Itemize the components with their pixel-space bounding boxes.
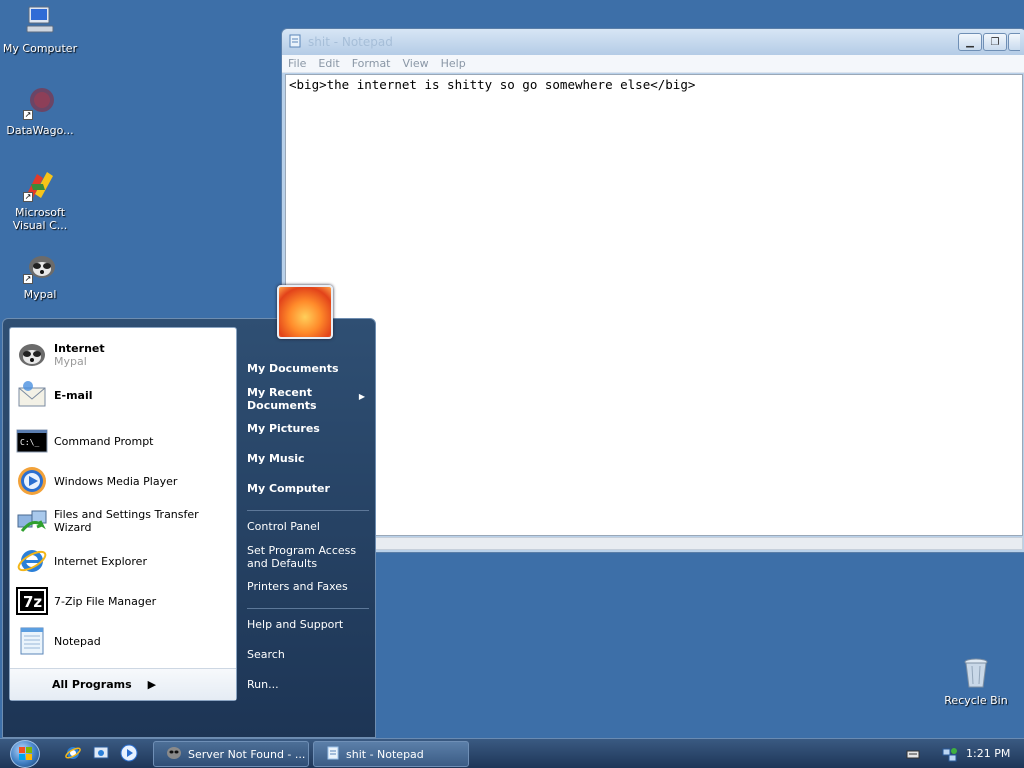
start-button[interactable] [10, 740, 40, 768]
recent-7zip[interactable]: 7z 7-Zip File Manager [16, 584, 234, 618]
my-documents-link[interactable]: My Documents [247, 362, 339, 375]
recent-command-prompt[interactable]: C:\_ Command Prompt [16, 424, 234, 458]
quicklaunch-show-desktop-icon[interactable] [92, 744, 110, 762]
keyboard-icon[interactable] [906, 747, 920, 761]
notepad-icon [16, 625, 48, 657]
text-editor[interactable]: <big>the internet is shitty so go somewh… [285, 74, 1023, 536]
shortcut-arrow-icon: ↗ [23, 110, 33, 120]
control-panel-link[interactable]: Control Panel [247, 520, 320, 533]
desktop-icon-mypal[interactable]: ↗ Mypal [0, 250, 80, 301]
menubar: File Edit Format View Help [282, 55, 1024, 73]
start-menu-programs-pane: Internet Mypal E-mail C:\_ Command Promp… [9, 327, 237, 701]
restore-button[interactable]: ❐ [983, 33, 1007, 51]
notepad-titlebar[interactable]: shit - Notepad ▁ ❐ [282, 29, 1024, 55]
taskbar-clock[interactable]: 1:21 PM [966, 747, 1010, 760]
email-icon [16, 379, 48, 411]
recent-label: 7-Zip File Manager [54, 594, 157, 608]
desktop-icon-visual-c[interactable]: ↗ Microsoft Visual C... [0, 168, 80, 232]
pinned-label: E-mail [54, 388, 93, 402]
datawagon-icon: ↗ [23, 86, 57, 120]
desktop-icon-label: Recycle Bin [944, 694, 1008, 707]
all-programs-label: All Programs [52, 678, 132, 691]
7zip-icon: 7z [16, 585, 48, 617]
task-label: Server Not Found - ... [188, 747, 306, 761]
window-title: shit - Notepad [308, 35, 393, 49]
printers-faxes-link[interactable]: Printers and Faxes [247, 580, 348, 593]
desktop-icon-label: My Computer [2, 42, 78, 55]
recent-notepad[interactable]: Notepad [16, 624, 234, 658]
transfer-wizard-icon [16, 505, 48, 537]
menu-format[interactable]: Format [346, 57, 397, 70]
run-link[interactable]: Run... [247, 678, 279, 691]
shortcut-arrow-icon: ↗ [23, 274, 33, 284]
restore-icon: ❐ [990, 36, 1000, 48]
recent-label: Internet Explorer [54, 554, 147, 568]
pinned-sub-label: Mypal [54, 355, 87, 368]
menu-view[interactable]: View [397, 57, 435, 70]
mypal-raccoon-icon [166, 745, 182, 764]
horizontal-scrollbar[interactable] [285, 537, 1023, 550]
user-account-picture[interactable] [277, 285, 333, 339]
my-recent-documents-link[interactable]: My Recent Documents ▶ [247, 386, 365, 412]
taskbar: Server Not Found - ... shit - Notepad 1:… [0, 738, 1024, 768]
task-server-not-found[interactable]: Server Not Found - ... [153, 741, 309, 767]
recent-label: Files and Settings Transfer Wizard [54, 508, 199, 534]
internet-explorer-icon [16, 545, 48, 577]
menu-file[interactable]: File [282, 57, 312, 70]
separator [247, 510, 369, 511]
separator [247, 608, 369, 609]
notepad-icon [326, 746, 340, 763]
cmd-icon-text: C:\_ [20, 438, 39, 447]
recycle-bin-icon [959, 656, 993, 690]
pinned-internet[interactable]: Internet Mypal [16, 338, 234, 372]
desktop-icon-recycle-bin[interactable]: Recycle Bin [936, 656, 1016, 707]
menu-edit[interactable]: Edit [312, 57, 345, 70]
mypal-raccoon-icon: ↗ [23, 250, 57, 284]
windows-logo-icon [19, 747, 33, 764]
desktop-icon-datawagon[interactable]: ↗ DataWago... [0, 86, 80, 137]
visual-studio-icon: ↗ [23, 168, 57, 202]
desktop-icon-label: DataWago... [6, 124, 74, 137]
command-prompt-icon: C:\_ [16, 425, 48, 457]
minimize-button[interactable]: ▁ [958, 33, 982, 51]
notepad-window[interactable]: shit - Notepad ▁ ❐ File Edit Format View… [281, 28, 1024, 553]
media-player-icon [16, 465, 48, 497]
quicklaunch-ie-icon[interactable] [64, 744, 82, 762]
recent-windows-media-player[interactable]: Windows Media Player [16, 464, 234, 498]
search-link[interactable]: Search [247, 648, 285, 661]
minimize-icon: ▁ [966, 36, 974, 48]
arrow-right-icon: ▶ [358, 392, 365, 401]
desktop-icon-label: Microsoft Visual C... [12, 206, 68, 232]
network-icon[interactable] [942, 747, 957, 762]
pinned-email[interactable]: E-mail [16, 378, 234, 412]
set-program-access-link[interactable]: Set Program Access and Defaults [247, 544, 357, 570]
desktop-icon-label: Mypal [23, 288, 57, 301]
arrow-right-icon: ▶ [147, 678, 157, 691]
my-music-link[interactable]: My Music [247, 452, 305, 465]
notepad-icon [288, 34, 302, 51]
menu-help[interactable]: Help [435, 57, 472, 70]
task-notepad[interactable]: shit - Notepad [313, 741, 469, 767]
all-programs-button[interactable]: All Programs ▶ [10, 668, 236, 700]
recent-files-settings-wizard[interactable]: Files and Settings Transfer Wizard [16, 504, 234, 538]
pinned-label: Internet [54, 342, 105, 355]
computer-icon [23, 4, 57, 38]
close-button[interactable] [1008, 33, 1020, 51]
mypal-raccoon-icon [16, 339, 48, 371]
recent-label: Windows Media Player [54, 474, 178, 488]
desktop-icon-my-computer[interactable]: My Computer [0, 4, 80, 55]
shortcut-arrow-icon: ↗ [23, 192, 33, 202]
quicklaunch-media-player-icon[interactable] [120, 744, 138, 762]
my-computer-link[interactable]: My Computer [247, 482, 330, 495]
recent-internet-explorer[interactable]: Internet Explorer [16, 544, 234, 578]
7zip-icon-text: 7z [23, 593, 42, 611]
start-menu: Internet Mypal E-mail C:\_ Command Promp… [2, 318, 376, 738]
recent-label: Notepad [54, 634, 101, 648]
my-pictures-link[interactable]: My Pictures [247, 422, 320, 435]
help-support-link[interactable]: Help and Support [247, 618, 343, 631]
task-label: shit - Notepad [346, 747, 424, 761]
recent-label: Command Prompt [54, 434, 154, 448]
my-recent-documents-label: My Recent Documents [247, 386, 317, 412]
